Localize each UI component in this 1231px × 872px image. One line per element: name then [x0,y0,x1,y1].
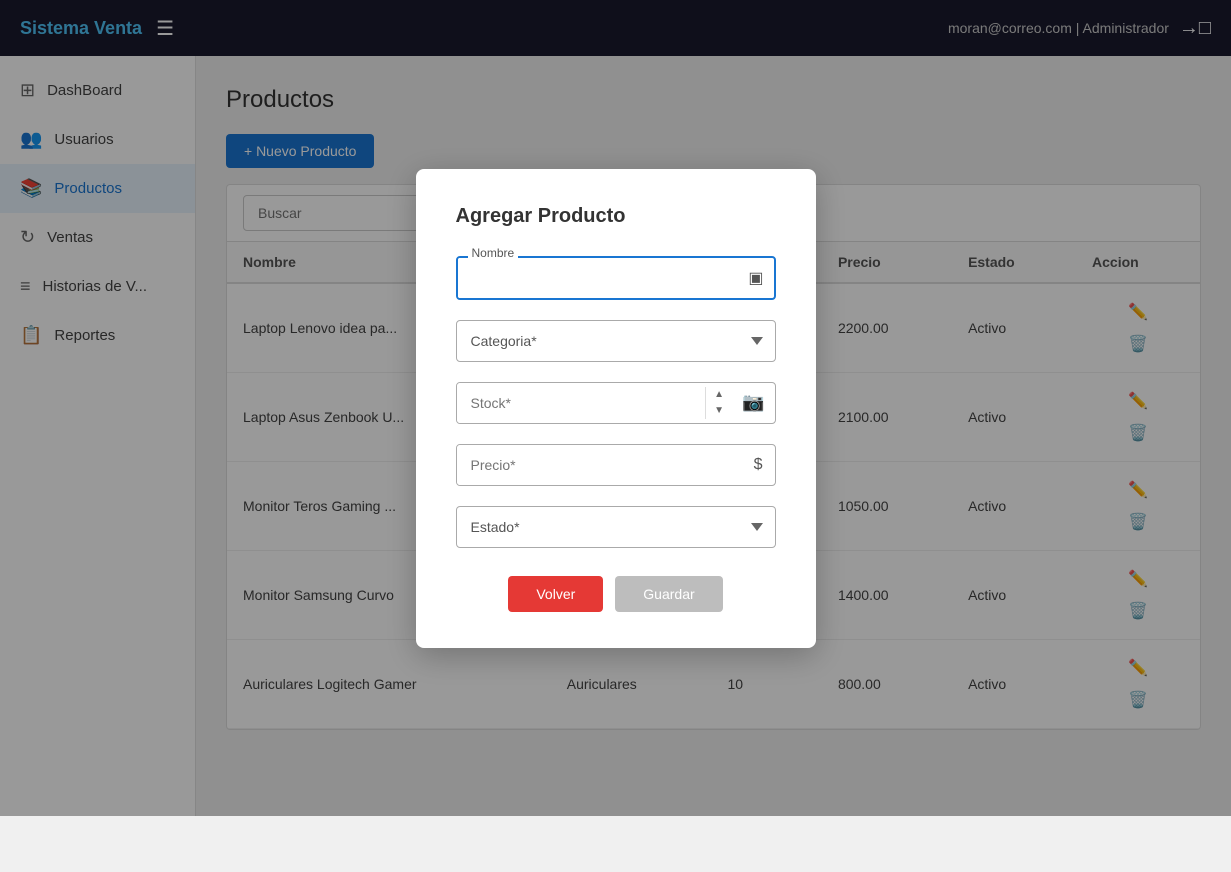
volver-button[interactable]: Volver [508,576,603,612]
modal-actions: Volver Guardar [456,576,776,612]
estado-select[interactable]: Estado* Activo Inactivo [456,506,776,548]
precio-field-group: $ [456,444,776,486]
guardar-button[interactable]: Guardar [615,576,722,612]
stock-increment-button[interactable]: ▲ [706,387,732,403]
barcode-icon: ▣ [738,268,773,288]
categoria-select[interactable]: Categoria* Laptops Monitores Auriculares… [456,320,776,362]
stock-barcode-button[interactable]: 📷 [732,392,774,413]
nombre-field-group: Nombre ▣ [456,256,776,300]
stock-input[interactable] [457,383,706,423]
modal-agregar-producto: Agregar Producto Nombre ▣ Categoria* Lap… [416,169,816,648]
nombre-wrapper: ▣ [456,256,776,300]
modal-overlay: Agregar Producto Nombre ▣ Categoria* Lap… [0,0,1231,816]
estado-field-group: Estado* Activo Inactivo [456,506,776,548]
nombre-input[interactable] [458,258,739,298]
stock-spinners: ▲ ▼ [705,387,732,419]
stock-decrement-button[interactable]: ▼ [706,403,732,419]
stock-wrapper: ▲ ▼ 📷 [456,382,776,424]
precio-input[interactable] [457,445,742,485]
precio-wrapper: $ [456,444,776,486]
dollar-symbol: $ [742,456,775,474]
nombre-label: Nombre [468,246,519,260]
modal-title: Agregar Producto [456,205,776,228]
stock-field-group: ▲ ▼ 📷 [456,382,776,424]
categoria-field-group: Categoria* Laptops Monitores Auriculares… [456,320,776,362]
